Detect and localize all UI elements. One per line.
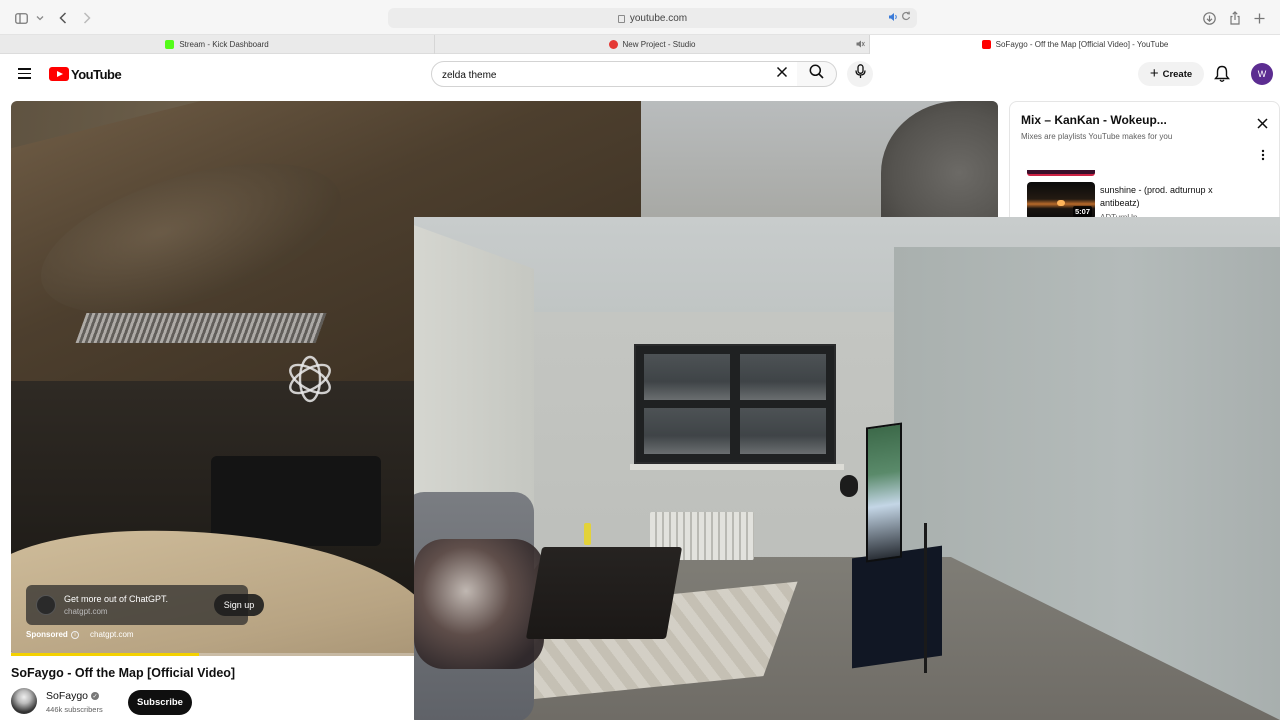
mix-subtitle: Mixes are playlists YouTube makes for yo… <box>1021 132 1173 141</box>
youtube-logo[interactable]: YouTube <box>49 66 122 82</box>
reload-icon[interactable] <box>901 11 911 23</box>
room-fan <box>840 475 858 497</box>
account-avatar[interactable]: W <box>1251 63 1273 85</box>
create-button[interactable]: + Create <box>1138 62 1204 86</box>
room-tv <box>866 422 902 563</box>
chevron-down-icon[interactable] <box>35 9 45 27</box>
search-box <box>431 61 798 87</box>
mic-icon <box>854 64 866 84</box>
previous-item-thumbnail[interactable] <box>1027 170 1095 176</box>
room-coffee-table <box>525 547 683 639</box>
room-window <box>630 344 844 470</box>
create-label: Create <box>1162 68 1193 80</box>
duration-badge: 5:07 <box>1072 206 1092 217</box>
forward-icon[interactable] <box>81 9 93 27</box>
download-icon[interactable] <box>1202 9 1216 27</box>
search-input[interactable] <box>442 67 762 83</box>
back-icon[interactable] <box>57 9 69 27</box>
video-frame-vent <box>75 313 327 343</box>
verified-icon: ✓ <box>91 692 99 700</box>
mix-title[interactable]: Mix – KanKan - Wokeup... <box>1021 113 1167 127</box>
webcam-overlay <box>414 217 1280 720</box>
audio-icon[interactable] <box>888 12 899 24</box>
new-tab-icon[interactable] <box>1252 9 1266 27</box>
studio-favicon-icon <box>608 40 618 49</box>
room-tv-stand <box>852 545 942 669</box>
tab-kick-dashboard[interactable]: Stream - Kick Dashboard <box>0 35 435 54</box>
plus-icon: + <box>1149 65 1159 82</box>
mix-item-thumbnail[interactable]: 5:07 <box>1027 182 1095 220</box>
ad-signup-button[interactable]: Sign up <box>214 594 264 616</box>
tab-label: SoFaygo - Off the Map [Official Video] -… <box>995 40 1169 49</box>
tab-studio[interactable]: New Project - Studio <box>435 35 870 54</box>
channel-name[interactable]: SoFaygo <box>46 690 88 702</box>
info-icon[interactable]: i <box>71 631 79 639</box>
sponsor-domain-link[interactable]: chatgpt.com <box>90 630 134 639</box>
ad-progress-fill <box>11 653 199 656</box>
sponsored-label: Sponsored <box>26 630 68 639</box>
chatgpt-logo-icon <box>36 595 56 615</box>
close-icon[interactable] <box>1257 117 1268 132</box>
clear-icon[interactable] <box>776 66 788 80</box>
video-title: SoFaygo - Off the Map [Official Video] <box>11 666 236 680</box>
youtube-favicon-icon <box>981 40 991 49</box>
browser-toolbar: youtube.com <box>0 0 1280 35</box>
tab-bar: Stream - Kick Dashboard New Project - St… <box>0 35 1280 54</box>
share-icon[interactable] <box>1228 9 1242 27</box>
muted-audio-icon[interactable] <box>856 40 865 50</box>
sidebar-icon[interactable] <box>14 9 28 27</box>
kick-favicon-icon <box>165 40 175 49</box>
tab-label: Stream - Kick Dashboard <box>179 40 269 49</box>
room-bottle <box>584 523 591 545</box>
url-text: youtube.com <box>629 12 688 24</box>
ad-domain: chatgpt.com <box>64 607 108 616</box>
lock-icon <box>617 15 625 23</box>
room-mic-stand <box>924 523 927 673</box>
mix-item-title[interactable]: sunshine - (prod. adturnup x antibeatz) <box>1100 184 1240 210</box>
youtube-wordmark: YouTube <box>71 66 122 82</box>
menu-icon[interactable] <box>18 68 31 79</box>
channel-avatar[interactable] <box>11 688 37 714</box>
subscriber-count: 446k subscribers <box>46 705 103 714</box>
video-frame-engine-block <box>211 456 381 546</box>
ad-card[interactable]: Get more out of ChatGPT. chatgpt.com Sig… <box>26 585 264 625</box>
search-button[interactable] <box>797 61 837 87</box>
ad-title: Get more out of ChatGPT. <box>64 594 169 604</box>
mix-playlist-panel: Mix – KanKan - Wokeup... Mixes are playl… <box>1009 101 1280 231</box>
address-bar[interactable]: youtube.com <box>388 8 917 28</box>
more-icon[interactable] <box>1261 149 1265 163</box>
youtube-play-icon <box>49 67 69 81</box>
tab-youtube[interactable]: SoFaygo - Off the Map [Official Video] -… <box>870 35 1280 54</box>
room-blanket <box>414 539 544 669</box>
search-icon <box>809 64 824 84</box>
youtube-header: YouTube + Create W <box>0 54 1280 94</box>
voice-search-button[interactable] <box>847 61 873 87</box>
bell-icon[interactable] <box>1214 65 1230 83</box>
subscribe-button[interactable]: Subscribe <box>128 690 192 715</box>
tab-label: New Project - Studio <box>622 40 696 49</box>
openai-logo-icon <box>282 351 338 407</box>
